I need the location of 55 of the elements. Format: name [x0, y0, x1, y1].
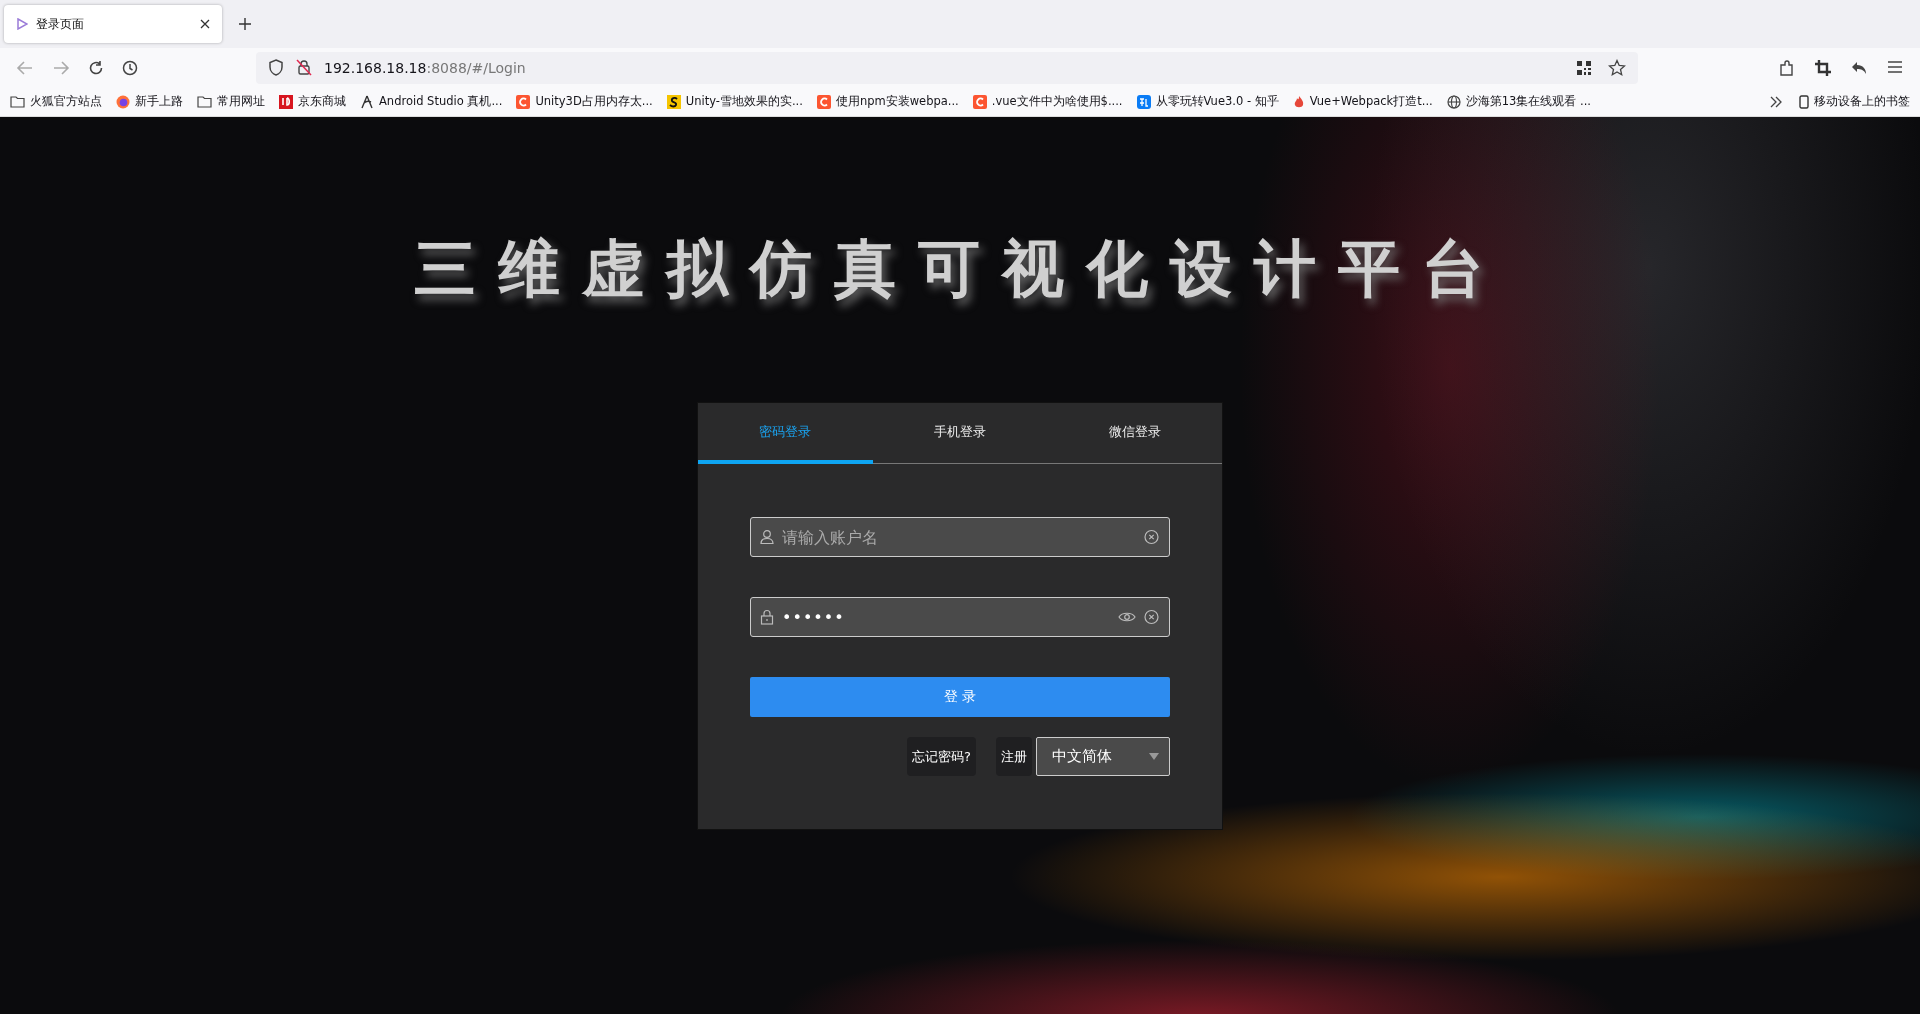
user-icon [760, 529, 774, 545]
menu-icon[interactable] [1886, 58, 1904, 75]
url-text: 192.168.18.18:8088/#/Login [324, 59, 527, 76]
flame-icon [1292, 94, 1305, 109]
star-icon[interactable] [1608, 58, 1626, 77]
folder-icon [10, 95, 25, 108]
reload-icon[interactable] [88, 59, 104, 76]
login-tab[interactable]: 微信登录 [1047, 403, 1222, 464]
eye-icon[interactable] [1118, 611, 1136, 623]
caret-icon [1149, 753, 1159, 760]
c-letter-icon [972, 94, 987, 109]
bookmark-item[interactable]: 京东商城 [279, 94, 346, 109]
clear-icon[interactable] [1144, 529, 1159, 545]
bookmark-item[interactable]: 火狐官方站点 [10, 94, 102, 109]
close-icon[interactable] [200, 19, 210, 29]
new-tab-icon[interactable] [238, 17, 252, 31]
bookmark-item[interactable]: Unity-雪地效果的实... [666, 94, 803, 109]
language-select[interactable]: 中文简体 [1036, 737, 1170, 776]
bookmark-item[interactable]: Android Studio 真机... [360, 94, 503, 109]
qr-code-icon[interactable] [1576, 59, 1592, 76]
shield-icon [268, 59, 284, 76]
clear-icon[interactable] [1144, 609, 1159, 625]
page-title: 三维虚拟仿真可视化设计平台 [414, 231, 1506, 307]
s-letter-icon [666, 94, 681, 109]
folder-icon [197, 95, 212, 108]
login-tab[interactable]: 密码登录 [698, 403, 873, 464]
jd-icon [279, 94, 293, 109]
password-field[interactable]: •••••• [750, 597, 1170, 637]
address-bar[interactable]: 192.168.18.18:8088/#/Login [256, 51, 1638, 84]
bookmark-item[interactable]: 使用npm安装webpa... [816, 94, 959, 109]
bookmark-item[interactable]: 移动设备上的书签 [1799, 94, 1910, 109]
login-tab[interactable]: 手机登录 [872, 403, 1048, 464]
bookmark-item[interactable]: 从零玩转Vue3.0 - 知乎 [1136, 94, 1279, 109]
browser-tab[interactable]: 登录页面 [4, 5, 222, 43]
bookmark-item[interactable]: Vue+Webpack打造t... [1292, 94, 1433, 109]
bookmark-item[interactable]: 沙海第13集在线观看 ... [1446, 94, 1591, 109]
bookmark-item[interactable]: .vue文件中为啥使用$.... [972, 94, 1123, 109]
bookmark-item[interactable]: 新手上路 [116, 94, 183, 109]
phone-icon [1799, 94, 1809, 109]
lock-icon [760, 609, 774, 625]
chevron-icon[interactable] [1769, 95, 1783, 108]
lock-icon [296, 59, 312, 76]
c-letter-icon [516, 94, 531, 109]
register-button[interactable]: 注册 [996, 737, 1032, 776]
play-icon [16, 18, 28, 30]
globe-icon [1446, 94, 1461, 109]
zhi-icon [1136, 94, 1151, 109]
c-letter-icon [816, 94, 831, 109]
crop-icon[interactable] [1814, 58, 1832, 77]
forgot-password-button[interactable]: 忘记密码? [907, 737, 976, 776]
username-field[interactable]: 请输入账户名 [750, 517, 1170, 557]
tab-title: 登录页面 [36, 15, 85, 33]
clock-icon[interactable] [122, 59, 138, 76]
bookmark-item[interactable]: 常用网址 [197, 94, 265, 109]
bookmark-item[interactable]: Unity3D占用内存太... [516, 94, 653, 109]
